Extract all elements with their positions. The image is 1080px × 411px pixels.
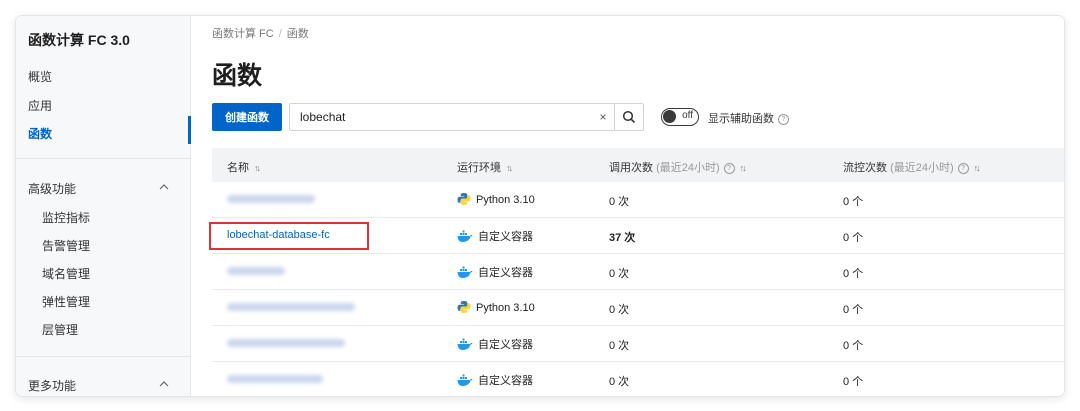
sidebar-item-elastic[interactable]: 弹性管理: [42, 293, 90, 310]
function-name-link[interactable]: [227, 303, 355, 311]
functions-table: 名称 ↑↓ 运行环境 ↑↓ 调用次数 (最近24小时)? ↑↓ 流控次数 (最近24小…: [209, 148, 1064, 396]
sidebar: 函数计算 FC 3.0 概览 应用 函数 高级功能 监控指标 告警管理 域名管理…: [16, 16, 191, 396]
sidebar-section-advanced[interactable]: 高级功能: [28, 180, 76, 197]
runtime-label: 自定义容器: [478, 339, 533, 351]
create-function-button[interactable]: 创建函数: [212, 103, 282, 131]
table-row[interactable]: 自定义容器 0 次 0 个: [212, 254, 1064, 290]
runtime-cell: 自定义容器: [457, 264, 533, 280]
sidebar-item-functions[interactable]: 函数: [28, 125, 52, 142]
table-row[interactable]: 自定义容器 0 次 0 个: [212, 362, 1064, 396]
docker-icon: [457, 338, 473, 350]
runtime-cell: Python 3.10: [457, 192, 535, 206]
column-header-invocations[interactable]: 调用次数 (最近24小时)? ↑↓: [609, 159, 747, 175]
table-row[interactable]: 自定义容器 0 次 0 个: [212, 326, 1064, 362]
invocations-cell: 37 次: [609, 232, 636, 244]
function-name-link[interactable]: [227, 195, 315, 203]
column-header-throttles[interactable]: 流控次数 (最近24小时)? ↑↓: [843, 159, 981, 175]
toggle-knob: [663, 110, 676, 123]
table-header: 名称 ↑↓ 运行环境 ↑↓ 调用次数 (最近24小时)? ↑↓ 流控次数 (最近24小…: [212, 148, 1064, 182]
chevron-up-icon[interactable]: [158, 181, 170, 193]
column-header-invocations-sub: (最近24小时): [656, 162, 720, 174]
search-input[interactable]: [290, 104, 592, 130]
invocations-cell: 0 次: [609, 376, 630, 388]
docker-icon: [457, 374, 473, 386]
throttles-cell: 0 个: [843, 340, 864, 352]
sidebar-item-monitoring[interactable]: 监控指标: [42, 209, 90, 226]
sidebar-title: 函数计算 FC 3.0: [28, 32, 130, 48]
runtime-cell: 自定义容器: [457, 372, 533, 388]
sort-icon[interactable]: ↑↓: [254, 163, 261, 173]
column-header-throttles-label: 流控次数: [843, 162, 887, 174]
sidebar-section-more[interactable]: 更多功能: [28, 377, 76, 394]
docker-icon: [457, 266, 473, 278]
throttles-cell: 0 个: [843, 376, 864, 388]
help-icon[interactable]: ?: [957, 163, 969, 174]
table-row[interactable]: Python 3.10 0 次 0 个: [212, 290, 1064, 326]
sort-icon[interactable]: ↑↓: [506, 163, 513, 173]
column-header-runtime-label: 运行环境: [457, 162, 501, 174]
throttles-cell: 0 个: [843, 268, 864, 280]
sidebar-item-overview[interactable]: 概览: [28, 68, 52, 85]
clear-icon[interactable]: ×: [592, 110, 614, 124]
column-header-throttles-sub: (最近24小时): [890, 162, 954, 174]
sort-icon[interactable]: ↑↓: [974, 163, 981, 173]
runtime-label: 自定义容器: [478, 267, 533, 279]
toggle-state: off: [682, 110, 693, 121]
column-header-runtime[interactable]: 运行环境 ↑↓: [457, 159, 513, 175]
column-header-invocations-label: 调用次数: [609, 162, 653, 174]
search-button[interactable]: [614, 104, 643, 130]
runtime-label: 自定义容器: [478, 375, 533, 387]
column-header-name[interactable]: 名称 ↑↓: [227, 159, 261, 175]
runtime-label: Python 3.10: [476, 302, 535, 314]
search-box: ×: [289, 103, 644, 131]
search-icon: [622, 110, 636, 124]
page-title: 函数: [212, 62, 263, 90]
sidebar-item-domains[interactable]: 域名管理: [42, 265, 90, 282]
toggle-label-text: 显示辅助函数: [708, 113, 774, 125]
throttles-cell: 0 个: [843, 196, 864, 208]
help-icon[interactable]: ?: [723, 163, 735, 174]
function-name-link[interactable]: [227, 339, 345, 347]
sidebar-item-apps[interactable]: 应用: [28, 97, 52, 114]
breadcrumb-root[interactable]: 函数计算 FC: [212, 28, 274, 40]
breadcrumb-current: 函数: [286, 28, 309, 40]
invocations-cell: 0 次: [609, 304, 630, 316]
toggle-label: 显示辅助函数?: [708, 110, 789, 126]
table-row[interactable]: lobechat-database-fc 自定义容器 37 次 0 个: [209, 218, 1064, 254]
invocations-cell: 0 次: [609, 268, 630, 280]
help-icon[interactable]: ?: [778, 114, 789, 125]
runtime-label: 自定义容器: [478, 231, 533, 243]
throttles-cell: 0 个: [843, 304, 864, 316]
sidebar-item-layers[interactable]: 层管理: [42, 321, 78, 338]
sort-icon[interactable]: ↑↓: [740, 163, 747, 173]
main-content: 函数计算 FC / 函数 函数 创建函数 × off 显示辅助函数?: [191, 16, 1064, 396]
docker-icon: [457, 230, 473, 242]
python-icon: [457, 301, 471, 313]
invocations-cell: 0 次: [609, 196, 630, 208]
column-header-name-label: 名称: [227, 162, 249, 174]
function-name-link[interactable]: [227, 375, 323, 383]
sidebar-item-alerts[interactable]: 告警管理: [42, 237, 90, 254]
breadcrumb: 函数计算 FC / 函数: [212, 25, 309, 41]
invocations-cell: 0 次: [609, 340, 630, 352]
throttles-cell: 0 个: [843, 232, 864, 244]
sidebar-divider: [16, 158, 190, 159]
chevron-up-icon[interactable]: [158, 378, 170, 390]
function-name-link[interactable]: lobechat-database-fc: [227, 229, 330, 241]
runtime-label: Python 3.10: [476, 194, 535, 206]
app-window: 函数计算 FC 3.0 概览 应用 函数 高级功能 监控指标 告警管理 域名管理…: [16, 16, 1064, 396]
breadcrumb-separator: /: [278, 28, 282, 40]
helper-functions-toggle[interactable]: off: [661, 108, 699, 126]
runtime-cell: 自定义容器: [457, 228, 533, 244]
sidebar-divider: [16, 356, 190, 357]
python-icon: [457, 193, 471, 205]
function-name-link[interactable]: [227, 267, 285, 275]
runtime-cell: Python 3.10: [457, 300, 535, 314]
table-row[interactable]: Python 3.10 0 次 0 个: [212, 182, 1064, 218]
runtime-cell: 自定义容器: [457, 336, 533, 352]
